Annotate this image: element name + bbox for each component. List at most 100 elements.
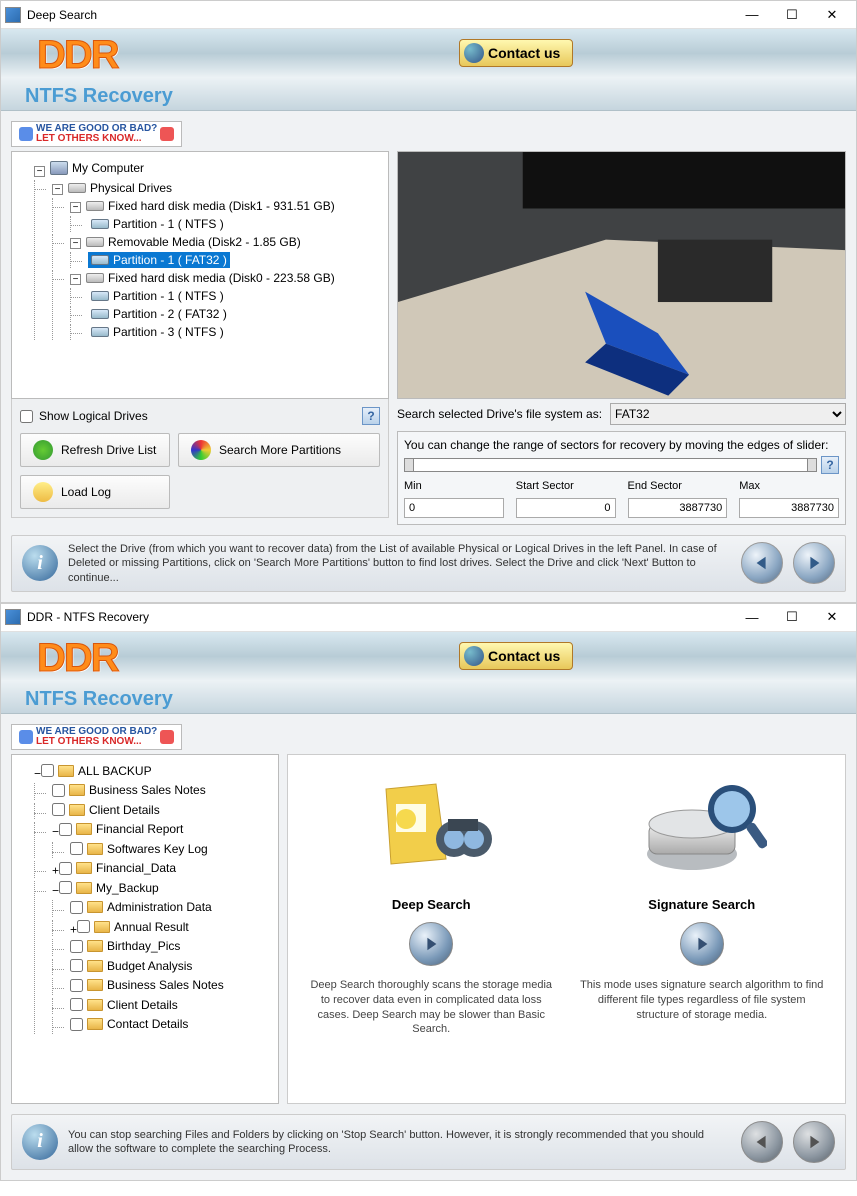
- fs-label: Search selected Drive's file system as:: [397, 407, 602, 421]
- partition-icon: [91, 219, 109, 229]
- contact-us-button[interactable]: Contact us: [459, 39, 573, 67]
- tree-toggle[interactable]: +: [70, 922, 77, 936]
- minimize-button[interactable]: —: [732, 605, 772, 629]
- maximize-button[interactable]: ☐: [772, 605, 812, 629]
- info-icon: i: [22, 1124, 58, 1160]
- banner: DDR NTFS Recovery Contact us: [1, 632, 856, 714]
- pie-icon: [191, 440, 211, 460]
- search-more-partitions-button[interactable]: Search More Partitions: [178, 433, 380, 467]
- folder-icon: [58, 765, 74, 777]
- load-log-button[interactable]: Load Log: [20, 475, 170, 509]
- feedback-line2: LET OTHERS KNOW...: [36, 133, 142, 144]
- folder-checkbox[interactable]: [41, 764, 54, 777]
- node-physical-drives[interactable]: Physical Drives: [65, 180, 175, 196]
- folder-tree[interactable]: −ALL BACKUP Business Sales Notes Client …: [11, 754, 279, 1104]
- feedback-banner[interactable]: WE ARE GOOD OR BAD?LET OTHERS KNOW...: [11, 724, 182, 750]
- folder-checkbox[interactable]: [59, 862, 72, 875]
- folder-item[interactable]: Financial_Data: [59, 861, 176, 875]
- folder-all-backup[interactable]: ALL BACKUP: [41, 764, 152, 778]
- folder-checkbox[interactable]: [52, 784, 65, 797]
- info-text: You can stop searching Files and Folders…: [68, 1128, 731, 1157]
- folder-checkbox[interactable]: [70, 1018, 83, 1031]
- tree-toggle[interactable]: −: [52, 883, 59, 897]
- end-sector-input[interactable]: [628, 498, 728, 518]
- folder-checkbox[interactable]: [52, 803, 65, 816]
- tree-toggle[interactable]: −: [70, 238, 81, 249]
- node-disk1[interactable]: Fixed hard disk media (Disk1 - 931.51 GB…: [83, 198, 338, 214]
- start-sector-input[interactable]: [516, 498, 616, 518]
- info-bar: i Select the Drive (from which you want …: [11, 535, 846, 592]
- folder-icon: [87, 940, 103, 952]
- drive-tree[interactable]: −My Computer −Physical Drives −Fixed har…: [11, 151, 389, 399]
- next-button[interactable]: [793, 1121, 835, 1163]
- min-value: [404, 498, 504, 518]
- help-button[interactable]: ?: [362, 407, 380, 425]
- next-button[interactable]: [793, 542, 835, 584]
- node-disk0-p2[interactable]: Partition - 2 ( FAT32 ): [88, 306, 230, 322]
- show-logical-checkbox[interactable]: [20, 410, 33, 423]
- tree-toggle[interactable]: −: [70, 274, 81, 285]
- folder-item[interactable]: Annual Result: [77, 920, 189, 934]
- folder-item[interactable]: Contact Details: [70, 1017, 188, 1031]
- folder-checkbox[interactable]: [70, 901, 83, 914]
- folder-icon: [69, 804, 85, 816]
- folder-checkbox[interactable]: [70, 940, 83, 953]
- tree-toggle[interactable]: −: [52, 184, 63, 195]
- signature-search-play-button[interactable]: [680, 922, 724, 966]
- folder-item[interactable]: Administration Data: [70, 900, 212, 914]
- sector-slider[interactable]: [404, 458, 817, 472]
- tree-toggle[interactable]: −: [52, 825, 59, 839]
- folder-item[interactable]: Softwares Key Log: [70, 842, 208, 856]
- removable-icon: [86, 237, 104, 247]
- folder-item[interactable]: Financial Report: [59, 822, 183, 836]
- folder-checkbox[interactable]: [70, 998, 83, 1011]
- folder-item[interactable]: My_Backup: [59, 881, 159, 895]
- refresh-drive-list-button[interactable]: Refresh Drive List: [20, 433, 170, 467]
- partition-icon: [91, 291, 109, 301]
- folder-item[interactable]: Client Details: [52, 803, 160, 817]
- folder-checkbox[interactable]: [59, 823, 72, 836]
- deep-search-icon: [366, 769, 496, 889]
- folder-icon: [87, 1018, 103, 1030]
- node-disk2[interactable]: Removable Media (Disk2 - 1.85 GB): [83, 234, 304, 250]
- contact-us-button[interactable]: Contact us: [459, 642, 573, 670]
- app-icon: [5, 7, 21, 23]
- folder-item[interactable]: Budget Analysis: [70, 959, 192, 973]
- folder-checkbox[interactable]: [70, 979, 83, 992]
- close-button[interactable]: ✕: [812, 605, 852, 629]
- folder-checkbox[interactable]: [77, 920, 90, 933]
- back-button[interactable]: [741, 1121, 783, 1163]
- feedback-banner[interactable]: WE ARE GOOD OR BAD?LET OTHERS KNOW...: [11, 121, 182, 147]
- close-button[interactable]: ✕: [812, 3, 852, 27]
- help-button[interactable]: ?: [821, 456, 839, 474]
- back-button[interactable]: [741, 542, 783, 584]
- folder-checkbox[interactable]: [70, 959, 83, 972]
- node-my-computer[interactable]: My Computer: [47, 160, 147, 176]
- tree-toggle[interactable]: +: [52, 864, 59, 878]
- filesystem-select[interactable]: FAT32: [610, 403, 846, 425]
- maximize-button[interactable]: ☐: [772, 3, 812, 27]
- end-label: End Sector: [628, 480, 728, 492]
- folder-item[interactable]: Birthday_Pics: [70, 939, 180, 953]
- tree-toggle[interactable]: −: [70, 202, 81, 213]
- node-disk0-p3[interactable]: Partition - 3 ( NTFS ): [88, 324, 227, 340]
- folder-item[interactable]: Client Details: [70, 998, 178, 1012]
- partition-icon: [91, 309, 109, 319]
- window-deep-search: Deep Search — ☐ ✕ DDR NTFS Recovery Cont…: [0, 0, 857, 603]
- tree-toggle[interactable]: −: [34, 166, 45, 177]
- node-disk2-p1[interactable]: Partition - 1 ( FAT32 ): [88, 252, 230, 268]
- node-disk0[interactable]: Fixed hard disk media (Disk0 - 223.58 GB…: [83, 270, 338, 286]
- folder-checkbox[interactable]: [59, 881, 72, 894]
- app-icon: [5, 609, 21, 625]
- folder-item[interactable]: Business Sales Notes: [52, 783, 206, 797]
- thumb-down-icon: [160, 127, 174, 141]
- node-disk0-p1[interactable]: Partition - 1 ( NTFS ): [88, 288, 227, 304]
- drive-preview-image: [397, 151, 846, 399]
- tree-toggle[interactable]: −: [34, 766, 41, 780]
- minimize-button[interactable]: —: [732, 3, 772, 27]
- logo: DDR: [37, 33, 118, 78]
- deep-search-play-button[interactable]: [409, 922, 453, 966]
- folder-checkbox[interactable]: [70, 842, 83, 855]
- folder-item[interactable]: Business Sales Notes: [70, 978, 224, 992]
- node-disk1-p1[interactable]: Partition - 1 ( NTFS ): [88, 216, 227, 232]
